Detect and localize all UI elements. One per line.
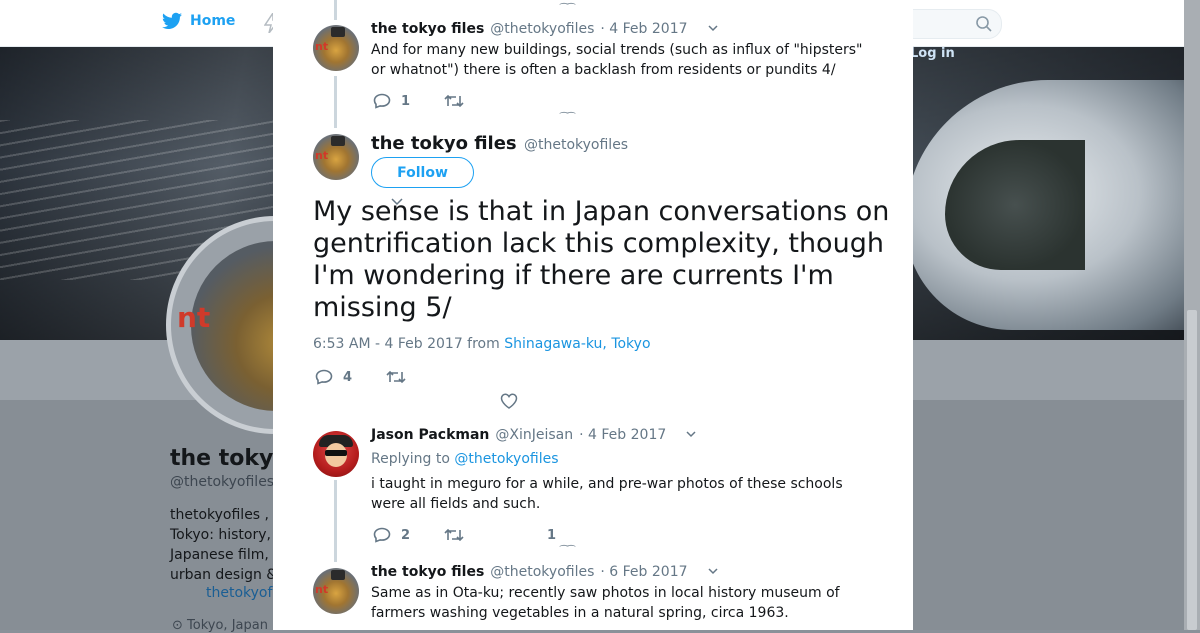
like-button[interactable]: 1 [547, 528, 556, 543]
tweet-text: And for many new buildings, social trend… [371, 40, 891, 80]
tweet-text-line: or whatnot") there is often a backlash f… [371, 62, 836, 78]
reply-button[interactable]: 4 [315, 369, 352, 385]
tweet-header: Jason Packman @XinJeisan · 4 Feb 2017 [371, 427, 696, 443]
main-tweet-actions: 4 [315, 369, 440, 385]
main-tweet-location[interactable]: Shinagawa-ku, Tokyo [504, 336, 650, 352]
reply-icon [315, 369, 333, 385]
tweet-avatar[interactable]: nt [313, 568, 359, 614]
retweet-icon [386, 370, 406, 384]
profile-handle[interactable]: @thetokyofiles [170, 474, 274, 490]
reply-count: 4 [343, 369, 353, 385]
nav-home-link[interactable]: Home [162, 12, 235, 30]
nav-home-label: Home [190, 13, 236, 29]
tweet-text-line: And for many new buildings, social trend… [371, 42, 863, 58]
reply-button[interactable]: 2 [373, 527, 410, 543]
main-tweet-avatar[interactable]: nt [313, 134, 359, 180]
avatar-hat [331, 136, 345, 146]
tweet-author-handle[interactable]: @thetokyofiles [490, 21, 594, 37]
tweet-header: the tokyo files @thetokyofiles · 4 Feb 2… [371, 21, 718, 37]
bio-line: Japanese film, [170, 547, 269, 563]
thread-divider: ⁀⁀ [560, 113, 575, 124]
retweet-button[interactable] [444, 528, 464, 542]
replying-to: Replying to @thetokyofiles [371, 451, 559, 467]
like-count: 1 [547, 527, 557, 543]
avatar-hat [331, 570, 345, 580]
tweet-header: the tokyo files @thetokyofiles · 6 Feb 2… [371, 564, 718, 580]
close-icon[interactable] [1152, 10, 1180, 38]
main-tweet-author-handle[interactable]: @thetokyofiles [524, 137, 628, 153]
like-heart-icon[interactable] [500, 393, 518, 409]
profile-name[interactable]: the tokyo [170, 446, 288, 471]
tweet-text-line: farmers washing vegetables in a natural … [371, 605, 789, 621]
tweet-author-name[interactable]: Jason Packman [371, 427, 489, 443]
tweet-text: i taught in meguro for a while, and pre-… [371, 474, 891, 514]
thread-line [334, 480, 337, 562]
profile-bio: thetokyofiles , Tokyo: history, Japanese… [170, 505, 290, 585]
tweet-text-line: Same as in Ota-ku; recently saw photos i… [371, 585, 840, 601]
tweet-author-name[interactable]: the tokyo files [371, 21, 484, 37]
profile-avatar-text: nt [177, 301, 211, 334]
main-tweet-text: My sense is that in Japan conversations … [313, 196, 890, 323]
twitter-bird-icon [162, 12, 182, 29]
thread-line [334, 76, 337, 128]
tweet-author-handle[interactable]: @XinJeisan [495, 427, 573, 443]
retweet-icon [444, 528, 464, 542]
reply-count: 1 [401, 93, 411, 109]
tweet-author-name[interactable]: the tokyo files [371, 564, 484, 580]
retweet-button[interactable] [386, 370, 406, 384]
tweet-author-handle[interactable]: @thetokyofiles [490, 564, 594, 580]
main-tweet-timestamp[interactable]: 6:53 AM - 4 Feb 2017 from [313, 336, 500, 352]
thread-divider: ⁀⁀ [560, 546, 575, 557]
location-pin-icon: ⊙ [172, 618, 188, 633]
bio-line: thetokyofiles , [170, 507, 270, 523]
tweet-text-line: were all fields and such. [371, 496, 541, 512]
profile-website-link[interactable]: thetokyof [206, 585, 272, 601]
tweet-text-line: i taught in meguro for a while, and pre-… [371, 476, 843, 492]
tweet-actions: 2 1 [373, 527, 590, 543]
tweet-avatar[interactable]: nt [313, 25, 359, 71]
chevron-down-icon[interactable] [707, 23, 718, 33]
main-tweet-author-name[interactable]: the tokyo files [371, 133, 517, 154]
chevron-down-icon[interactable] [707, 566, 718, 576]
avatar-hat [331, 27, 345, 37]
scrollbar-thumb[interactable] [1187, 310, 1197, 630]
main-tweet-meta: 6:53 AM - 4 Feb 2017 from Shinagawa-ku, … [313, 336, 651, 352]
tweet-actions: 1 [373, 93, 498, 109]
retweet-icon [444, 94, 464, 108]
replying-to-mention[interactable]: @thetokyofiles [454, 451, 558, 467]
avatar-glasses [325, 450, 347, 456]
avatar-text: nt [315, 149, 329, 162]
tweet-avatar[interactable] [313, 431, 359, 477]
tweet-text: Same as in Ota-ku; recently saw photos i… [371, 583, 891, 623]
search-icon [976, 16, 992, 32]
thread-divider: ⁀⁀ [560, 4, 575, 15]
chevron-down-icon[interactable] [686, 429, 696, 439]
bio-line: Tokyo: history, [170, 527, 271, 543]
avatar-text: nt [315, 40, 329, 53]
tweet-date[interactable]: · 4 Feb 2017 [579, 427, 666, 443]
login-link[interactable]: Log in [910, 46, 955, 61]
reply-count: 2 [401, 527, 411, 543]
avatar-text: nt [315, 583, 329, 596]
reply-icon [373, 93, 391, 109]
bio-line: urban design & [170, 567, 278, 583]
reply-icon [373, 527, 391, 543]
profile-location: ⊙ Tokyo, Japan [172, 618, 268, 633]
tweet-date[interactable]: · 6 Feb 2017 [600, 564, 687, 580]
profile-location-text: Tokyo, Japan [187, 618, 268, 633]
retweet-button[interactable] [444, 94, 464, 108]
replying-to-label: Replying to [371, 451, 450, 467]
reply-button[interactable]: 1 [373, 93, 410, 109]
tweet-date[interactable]: · 4 Feb 2017 [600, 21, 687, 37]
follow-button[interactable]: Follow [371, 157, 474, 188]
thread-line [334, 0, 337, 20]
search-input[interactable] [900, 9, 1002, 39]
